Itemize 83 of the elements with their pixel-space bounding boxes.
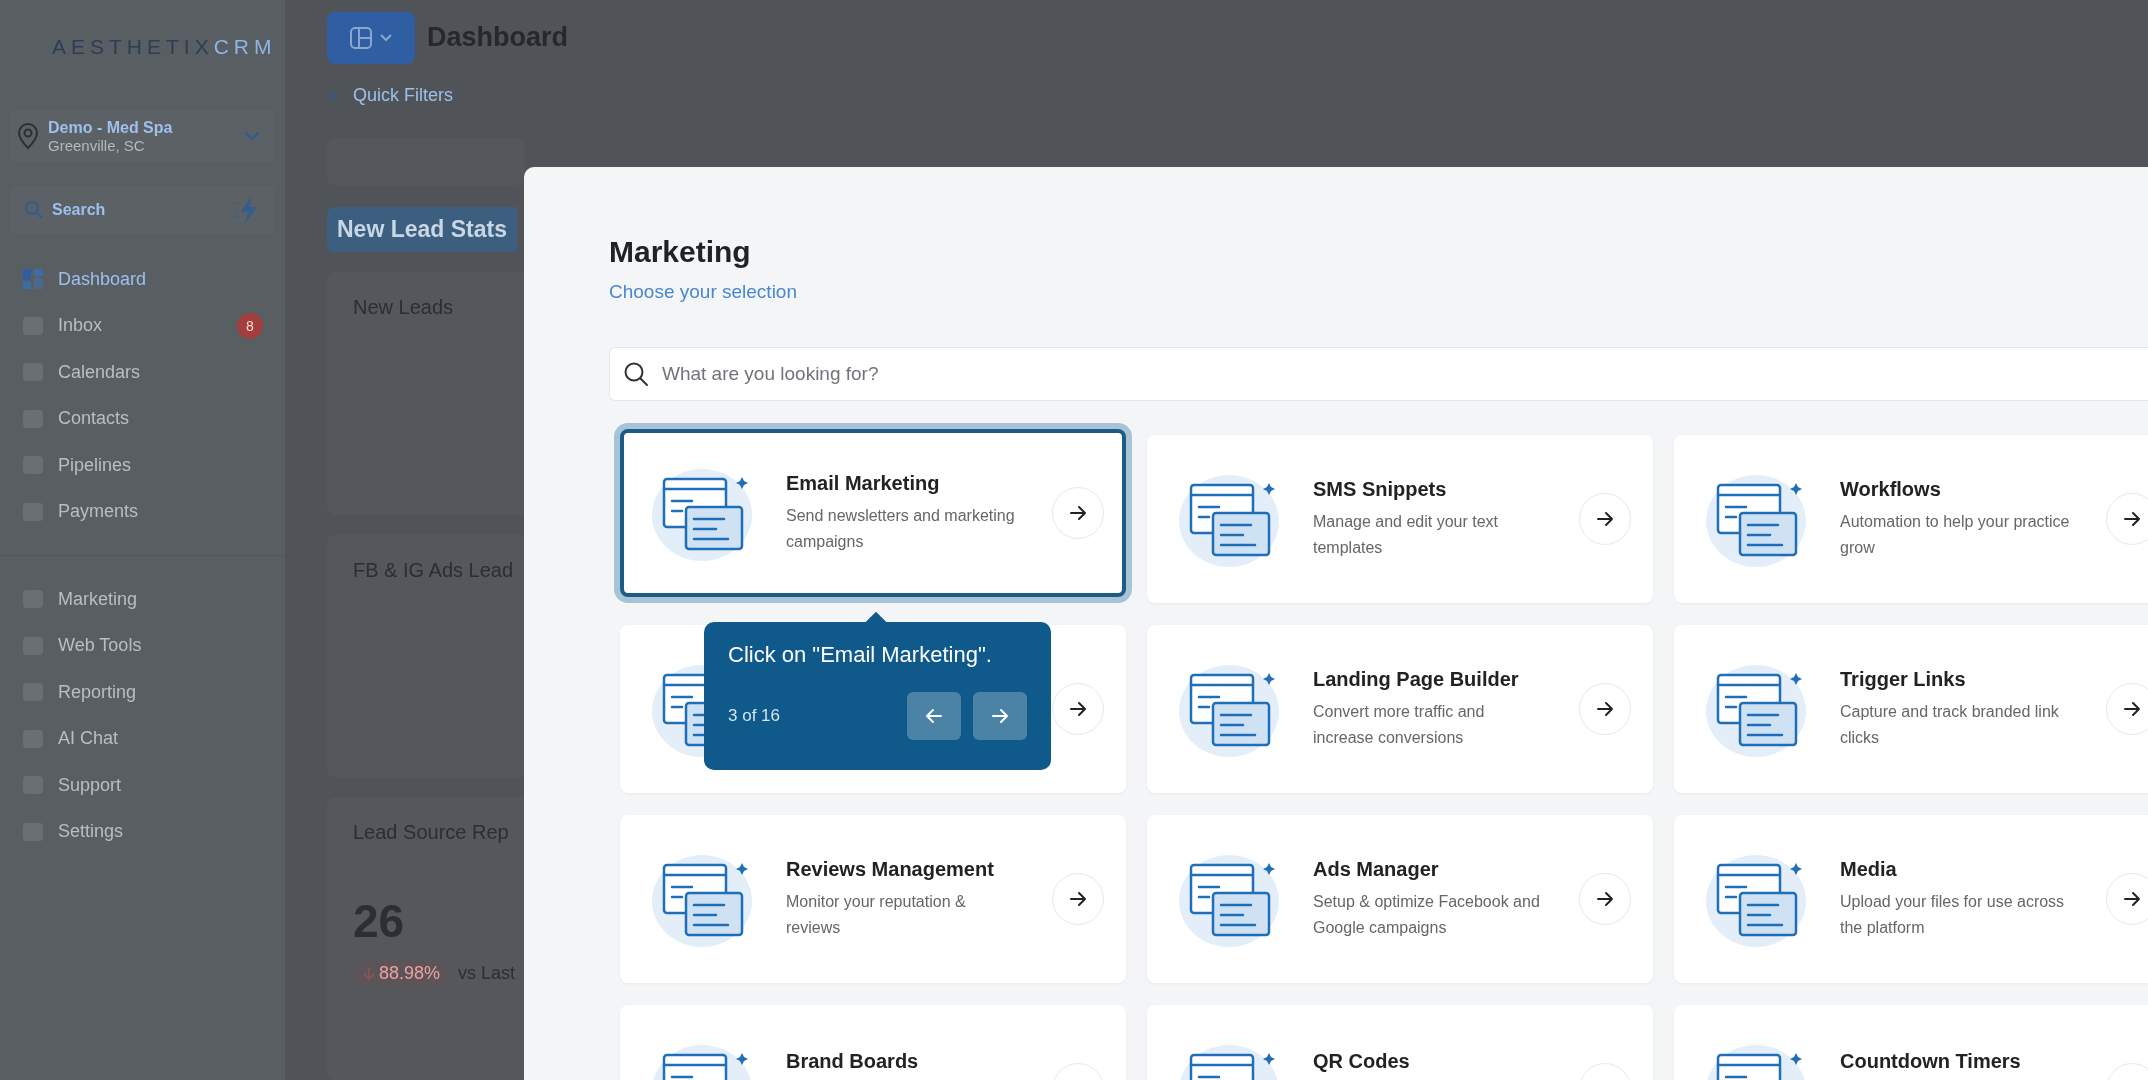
chevron-down-icon	[379, 32, 393, 43]
open-button[interactable]	[1579, 683, 1631, 735]
sidebar-item[interactable]: AI Chat	[10, 715, 275, 762]
arrow-right-icon	[1068, 503, 1088, 523]
count-badge: 8	[237, 312, 263, 339]
arrow-left-icon	[924, 706, 944, 726]
sidebar-item[interactable]: Marketing	[10, 576, 275, 623]
arrow-right-icon	[990, 706, 1010, 726]
card-description: Monitor your reputation & reviews	[786, 891, 967, 938]
arrow-right-icon	[2122, 509, 2142, 529]
open-button[interactable]	[1579, 493, 1631, 545]
change-badge: 88.98%	[353, 960, 451, 988]
card-title: Reviews Management	[786, 857, 995, 881]
plus-icon	[327, 88, 341, 103]
sidebar-item[interactable]: Contacts	[10, 395, 275, 442]
arrow-right-icon	[2122, 889, 2142, 909]
location-name: Demo - Med Spa	[48, 118, 174, 137]
feature-card[interactable]: Landing Page Builder Convert more traffic and increase conversions	[1147, 625, 1653, 793]
card-title: Email Marketing	[786, 471, 941, 495]
open-button[interactable]	[1052, 487, 1104, 539]
sidebar-item[interactable]: Inbox 8	[10, 302, 275, 349]
card-title: Media	[1840, 857, 1898, 881]
quick-filters-link[interactable]: Quick Filters	[353, 85, 453, 107]
arrow-right-icon	[1595, 889, 1615, 909]
previous-button[interactable]	[907, 692, 961, 740]
sidebar-item[interactable]: Reporting	[10, 669, 275, 716]
feature-card[interactable]: Media Upload your files for use across the platform	[1674, 815, 2148, 983]
search-field[interactable]: What are you looking for?	[609, 347, 2148, 401]
chevron-down-icon	[243, 130, 261, 142]
sidebar-item[interactable]: Support	[10, 762, 275, 809]
card-description: Send newsletters and marketing campaigns	[786, 505, 1016, 552]
feature-card[interactable]: Ads Manager Setup & optimize Facebook and Google campaigns	[1147, 815, 1653, 983]
card-title: Trigger Links	[1840, 667, 1967, 691]
layout-button[interactable]	[327, 11, 415, 64]
open-button[interactable]	[2106, 493, 2148, 545]
card-title: SMS Snippets	[1313, 477, 1448, 501]
card-title: Workflows	[1840, 477, 1942, 501]
modal-title: Marketing	[609, 235, 752, 269]
card-description: Convert more traffic and increase conversions	[1313, 701, 1486, 748]
sidebar-item[interactable]: Settings	[10, 808, 275, 855]
card-description: Automation to help your practice grow	[1840, 511, 2070, 558]
feature-card[interactable]: Workflows Automation to help your practice grow	[1674, 435, 2148, 603]
card-title: QR Codes	[1313, 1049, 1411, 1073]
modal-subtitle: Choose your selection	[609, 281, 798, 303]
next-button[interactable]	[973, 692, 1027, 740]
arrow-down-icon	[363, 966, 375, 981]
open-button[interactable]	[2106, 683, 2148, 735]
grid-icon	[22, 268, 44, 291]
location-pin-icon	[16, 122, 40, 150]
sidebar-item[interactable]: Pipelines	[10, 442, 275, 489]
layout-icon	[349, 25, 373, 50]
sidebar-item[interactable]: Web Tools	[10, 622, 275, 669]
feature-card[interactable]: Reviews Management Monitor your reputation & reviews	[620, 815, 1126, 983]
card-description: Upload your files for use across the platform	[1840, 891, 2066, 938]
card-title: Ads Manager	[1313, 857, 1440, 881]
arrow-right-icon	[1595, 699, 1615, 719]
card-description: Capture and track branded link clicks	[1840, 701, 2060, 748]
section-label: New Lead Stats	[327, 207, 517, 253]
tooltip-text: Click on "Email Marketing".	[728, 642, 993, 668]
open-button[interactable]	[1052, 873, 1104, 925]
open-button[interactable]	[1579, 873, 1631, 925]
sidebar-item[interactable]: Payments	[10, 488, 275, 535]
feature-card[interactable]: Countdown Timers	[1674, 1005, 2148, 1080]
arrow-right-icon	[1068, 699, 1088, 719]
open-button[interactable]	[2106, 873, 2148, 925]
sidebar-item[interactable]: Dashboard	[10, 256, 275, 303]
feature-card[interactable]: QR Codes	[1147, 1005, 1653, 1080]
arrow-right-icon	[1595, 509, 1615, 529]
step-counter: 3 of 16	[728, 706, 781, 726]
card-title: Brand Boards	[786, 1049, 920, 1073]
sidebar-item[interactable]: Calendars	[10, 349, 275, 396]
arrow-right-icon	[2122, 699, 2142, 719]
card-title: Countdown Timers	[1840, 1049, 2022, 1073]
open-button[interactable]	[1052, 683, 1104, 735]
location-city: Greenville, SC	[48, 136, 146, 154]
card-description: Manage and edit your text templates	[1313, 511, 1499, 558]
search-icon	[24, 200, 44, 220]
feature-card[interactable]: SMS Snippets Manage and edit your text templates	[1147, 435, 1653, 603]
feature-card[interactable]: Brand Boards	[620, 1005, 1126, 1080]
card-description: Setup & optimize Facebook and Google campaigns	[1313, 891, 1541, 938]
card-title: Landing Page Builder	[1313, 667, 1520, 691]
arrow-right-icon	[1068, 889, 1088, 909]
feature-card[interactable]: Trigger Links Capture and track branded link clicks	[1674, 625, 2148, 793]
